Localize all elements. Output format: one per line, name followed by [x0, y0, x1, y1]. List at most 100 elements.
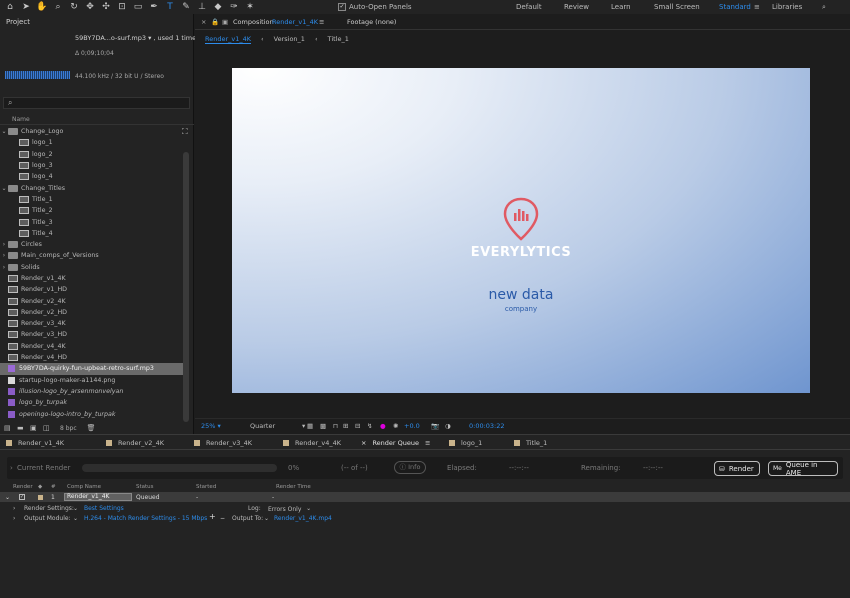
- footage-tab[interactable]: Footage (none): [347, 18, 396, 26]
- project-item-row[interactable]: Render_v1_4K: [0, 273, 184, 284]
- transparency-grid-icon[interactable]: ▩: [320, 422, 326, 430]
- zoom-select[interactable]: 25% ▾: [201, 422, 221, 430]
- search-icon[interactable]: ⌕: [822, 3, 826, 12]
- flowchart-icon[interactable]: ⛶: [182, 127, 188, 137]
- type-icon[interactable]: T: [164, 1, 176, 13]
- guides-icon[interactable]: ⊞: [343, 422, 348, 430]
- tab-render-v3-4k[interactable]: Render_v3_4K: [194, 439, 252, 447]
- bit-depth-indicator[interactable]: 8 bpc: [60, 425, 77, 432]
- output-to-link[interactable]: Render_v1_4K.mp4: [274, 515, 332, 522]
- project-item-row[interactable]: Render_v4_4K: [0, 341, 184, 352]
- expand-chevron-icon[interactable]: ⌄: [5, 494, 10, 501]
- show-snapshot-icon[interactable]: ◑: [445, 422, 451, 430]
- select-arrow-icon[interactable]: ➤: [20, 1, 32, 13]
- pan-behind-icon[interactable]: ✣: [100, 1, 112, 13]
- project-item-row[interactable]: Render_v2_4K: [0, 295, 184, 306]
- queue-item-row[interactable]: ⌄ ✓ 1 Render_v1_4K Queued - -: [0, 492, 850, 502]
- hand-icon[interactable]: ✋: [36, 1, 48, 13]
- project-item-row[interactable]: Title_1: [0, 194, 184, 205]
- remove-output-module-icon[interactable]: −: [220, 515, 225, 522]
- rotate-icon[interactable]: ↻: [68, 1, 80, 13]
- project-item-row[interactable]: Render_v1_HD: [0, 284, 184, 295]
- new-folder-icon[interactable]: ▬: [17, 424, 26, 432]
- project-item-row[interactable]: logo_2: [0, 149, 184, 160]
- workspace-menu-icon[interactable]: ≡: [754, 3, 760, 11]
- current-time[interactable]: 0:00:03:22: [469, 422, 505, 430]
- region-of-interest-icon[interactable]: ▦: [307, 422, 313, 430]
- project-item-row[interactable]: Render_v3_4K: [0, 318, 184, 329]
- resolution-select[interactable]: Quarter ▾: [250, 422, 305, 430]
- workspace-learn[interactable]: Learn: [611, 3, 631, 11]
- expand-chevron-icon[interactable]: ›: [10, 464, 13, 472]
- puppet-icon[interactable]: ✶: [244, 1, 256, 13]
- camera-icon[interactable]: ⊡: [116, 1, 128, 13]
- mask-visibility-icon[interactable]: ⊓: [333, 422, 338, 430]
- project-scrollbar[interactable]: [183, 152, 189, 422]
- composition-canvas[interactable]: EVERYLYTICS new data company: [232, 68, 810, 393]
- project-folder-row[interactable]: › Circles: [0, 239, 184, 250]
- clone-stamp-icon[interactable]: ⊥: [196, 1, 208, 13]
- expand-chevron-icon[interactable]: ›: [0, 264, 8, 271]
- expand-chevron-icon[interactable]: ›: [0, 252, 8, 259]
- column-render[interactable]: Render: [13, 484, 33, 490]
- brush-icon[interactable]: ✎: [180, 1, 192, 13]
- project-tab[interactable]: Project: [6, 18, 30, 26]
- composition-tab-name[interactable]: Render_v1_4K: [272, 18, 318, 26]
- close-icon[interactable]: ×: [361, 439, 366, 447]
- dropdown-chevron-icon[interactable]: ⌄: [264, 515, 269, 522]
- project-item-row[interactable]: logo_4: [0, 171, 184, 182]
- fast-preview-icon[interactable]: ↯: [367, 422, 372, 430]
- panel-menu-icon[interactable]: ≡: [425, 439, 430, 447]
- composition-tab-label[interactable]: Composition: [233, 18, 274, 26]
- dropdown-chevron-icon[interactable]: ⌄: [73, 515, 78, 522]
- viewer-menu-icon[interactable]: ≡: [319, 18, 324, 26]
- project-item-row[interactable]: logo_3: [0, 160, 184, 171]
- zoom-icon[interactable]: ⌕: [52, 1, 64, 13]
- log-select[interactable]: Errors Only ⌄: [268, 505, 311, 514]
- project-item-row[interactable]: 59BY7DA-quirky-fun-upbeat-retro-surf.mp3: [0, 363, 184, 375]
- workspace-default[interactable]: Default: [516, 3, 542, 11]
- label-color-chip[interactable]: [38, 494, 43, 500]
- expand-chevron-icon[interactable]: ⌄: [0, 128, 8, 135]
- project-item-row[interactable]: Title_3: [0, 216, 184, 227]
- workspace-small-screen[interactable]: Small Screen: [654, 3, 700, 11]
- close-icon[interactable]: ×: [201, 18, 206, 26]
- tab-render-v4-4k[interactable]: Render_v4_4K: [283, 439, 341, 447]
- project-folder-row[interactable]: › Solids: [0, 262, 184, 273]
- home-icon[interactable]: ⌂: [4, 1, 16, 13]
- orbit-icon[interactable]: ✥: [84, 1, 96, 13]
- auto-open-panels-checkbox[interactable]: ✓: [338, 3, 346, 11]
- eraser-icon[interactable]: ◆: [212, 1, 224, 13]
- queue-in-ame-button[interactable]: Me Queue in AME: [768, 461, 838, 477]
- tab-logo-1[interactable]: logo_1: [449, 439, 482, 447]
- tab-render-v2-4k[interactable]: Render_v2_4K: [106, 439, 164, 447]
- workspace-standard[interactable]: Standard: [719, 3, 751, 11]
- tab-render-v1-4k[interactable]: Render_v1_4K: [6, 439, 64, 447]
- column-comp-name[interactable]: Comp Name: [67, 484, 101, 490]
- expand-chevron-icon[interactable]: ›: [13, 515, 15, 522]
- project-item-row[interactable]: Render_v2_HD: [0, 307, 184, 318]
- project-folder-row[interactable]: ⌄ Change_Titles: [0, 182, 184, 193]
- output-module-link[interactable]: H.264 - Match Render Settings - 15 Mbps: [84, 515, 207, 522]
- info-button[interactable]: ⓘ Info: [394, 461, 426, 474]
- column-number[interactable]: #: [51, 484, 56, 490]
- project-folder-row[interactable]: ⌄ Change_Logo: [0, 126, 184, 137]
- render-checkbox[interactable]: ✓: [19, 494, 25, 500]
- interpret-footage-icon[interactable]: ▤: [4, 424, 13, 432]
- project-folder-row[interactable]: › Main_comps_of_Versions: [0, 250, 184, 261]
- label-column-icon[interactable]: ◆: [38, 484, 42, 490]
- queue-item-comp-name[interactable]: Render_v1_4K: [64, 493, 132, 501]
- project-item-row[interactable]: Title_4: [0, 228, 184, 239]
- project-item-row[interactable]: Title_2: [0, 205, 184, 216]
- expand-chevron-icon[interactable]: ⌄: [0, 185, 8, 192]
- 3d-ground-icon[interactable]: ⊟: [355, 422, 360, 430]
- project-item-row[interactable]: Render_v3_HD: [0, 329, 184, 340]
- trash-icon[interactable]: 🗑: [87, 424, 96, 432]
- project-item-row[interactable]: illusion-logo_by_arsenmonvelyan: [0, 386, 184, 397]
- name-column-header[interactable]: Name: [12, 116, 30, 123]
- project-item-row[interactable]: Render_v4_HD: [0, 352, 184, 363]
- dropdown-chevron-icon[interactable]: ⌄: [73, 505, 78, 512]
- project-search-input[interactable]: ⌕: [3, 97, 190, 109]
- workspace-review[interactable]: Review: [564, 3, 589, 11]
- tab-title-1[interactable]: Title_1: [514, 439, 547, 447]
